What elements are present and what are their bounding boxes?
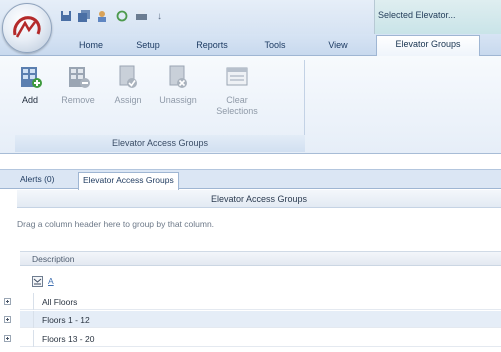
expand-row-icon[interactable] (4, 298, 11, 305)
customize-toolbar-chevron-icon[interactable]: ↓ (153, 11, 166, 22)
add-button-label: Add (21, 95, 38, 105)
add-button[interactable]: Add (7, 64, 53, 132)
row-description: Floors 13 - 20 (42, 334, 95, 344)
table-row[interactable]: Floors 13 - 20 (0, 330, 501, 347)
row-indicator[interactable] (20, 293, 34, 310)
tab-reports[interactable]: Reports (188, 38, 236, 56)
unassign-button-label: Unassign (159, 95, 197, 105)
doc-tab-alerts[interactable]: Alerts (0) (16, 172, 58, 189)
row-indicator[interactable] (20, 311, 34, 328)
save-icon[interactable] (58, 9, 73, 24)
column-header-label: Description (32, 254, 75, 264)
row-description: Floors 1 - 12 (42, 315, 90, 325)
app-logo-icon (13, 16, 41, 38)
refresh-icon[interactable] (115, 9, 130, 24)
unassign-button[interactable]: Unassign (155, 64, 201, 132)
assign-button-label: Assign (114, 95, 142, 105)
assign-icon (119, 65, 137, 88)
remove-button[interactable]: Remove (55, 64, 101, 132)
expand-row-icon[interactable] (4, 316, 11, 323)
tab-setup[interactable]: Setup (128, 38, 168, 56)
assign-button[interactable]: Assign (105, 64, 151, 132)
ribbon: Add Remove Assign Unassign Clear Selecti… (0, 56, 501, 154)
tab-view[interactable]: View (320, 38, 356, 56)
users-icon[interactable] (96, 9, 111, 24)
group-by-drop-area[interactable]: Drag a column header here to group by th… (17, 219, 214, 229)
unassign-icon (169, 65, 187, 88)
tab-home[interactable]: Home (70, 38, 112, 56)
tab-tools[interactable]: Tools (256, 38, 294, 56)
table-row[interactable]: All Floors (0, 293, 501, 310)
contextual-title-text: Selected Elevator... (378, 10, 456, 20)
grid-caption: Elevator Access Groups (17, 190, 501, 208)
save-all-icon[interactable] (77, 9, 92, 24)
column-header-description[interactable]: Description (20, 251, 501, 266)
filter-row[interactable]: A (20, 276, 501, 289)
ribbon-group-label: Elevator Access Groups (15, 135, 305, 152)
clear-selections-button[interactable]: Clear Selections (211, 64, 263, 132)
row-indicator[interactable] (20, 330, 34, 347)
tab-elevator-groups[interactable]: Elevator Groups (376, 35, 480, 57)
doc-tab-elevator-access-groups[interactable]: Elevator Access Groups (78, 172, 179, 190)
expand-row-icon[interactable] (4, 335, 11, 342)
row-cell[interactable]: Floors 1 - 12 (20, 311, 501, 328)
filter-value[interactable]: A (48, 276, 54, 286)
row-cell[interactable]: Floors 13 - 20 (20, 330, 501, 347)
row-cell[interactable]: All Floors (20, 293, 501, 310)
title-bar: ↓ Selected Elevator... (0, 0, 501, 53)
table-row[interactable]: Floors 1 - 12 (0, 311, 501, 328)
ribbon-tab-bar: Home Setup Reports Tools View Elevator G… (0, 34, 501, 57)
document-tab-bar: Alerts (0) Elevator Access Groups (0, 169, 501, 190)
add-elevator-group-icon (21, 67, 42, 88)
remove-button-label: Remove (61, 95, 95, 105)
clear-selections-button-label: Clear Selections (216, 95, 258, 116)
quick-access-toolbar: ↓ (58, 6, 166, 26)
print-icon[interactable] (134, 9, 149, 24)
contextual-tab-title: Selected Elevator... (374, 0, 501, 34)
remove-elevator-group-icon (69, 67, 90, 88)
elevator-access-groups-group: Add Remove Assign Unassign Clear Selecti… (15, 60, 305, 152)
filter-icon[interactable] (32, 276, 43, 287)
application-menu-button[interactable] (2, 3, 52, 53)
row-description: All Floors (42, 297, 78, 307)
clear-selections-icon (226, 67, 248, 86)
